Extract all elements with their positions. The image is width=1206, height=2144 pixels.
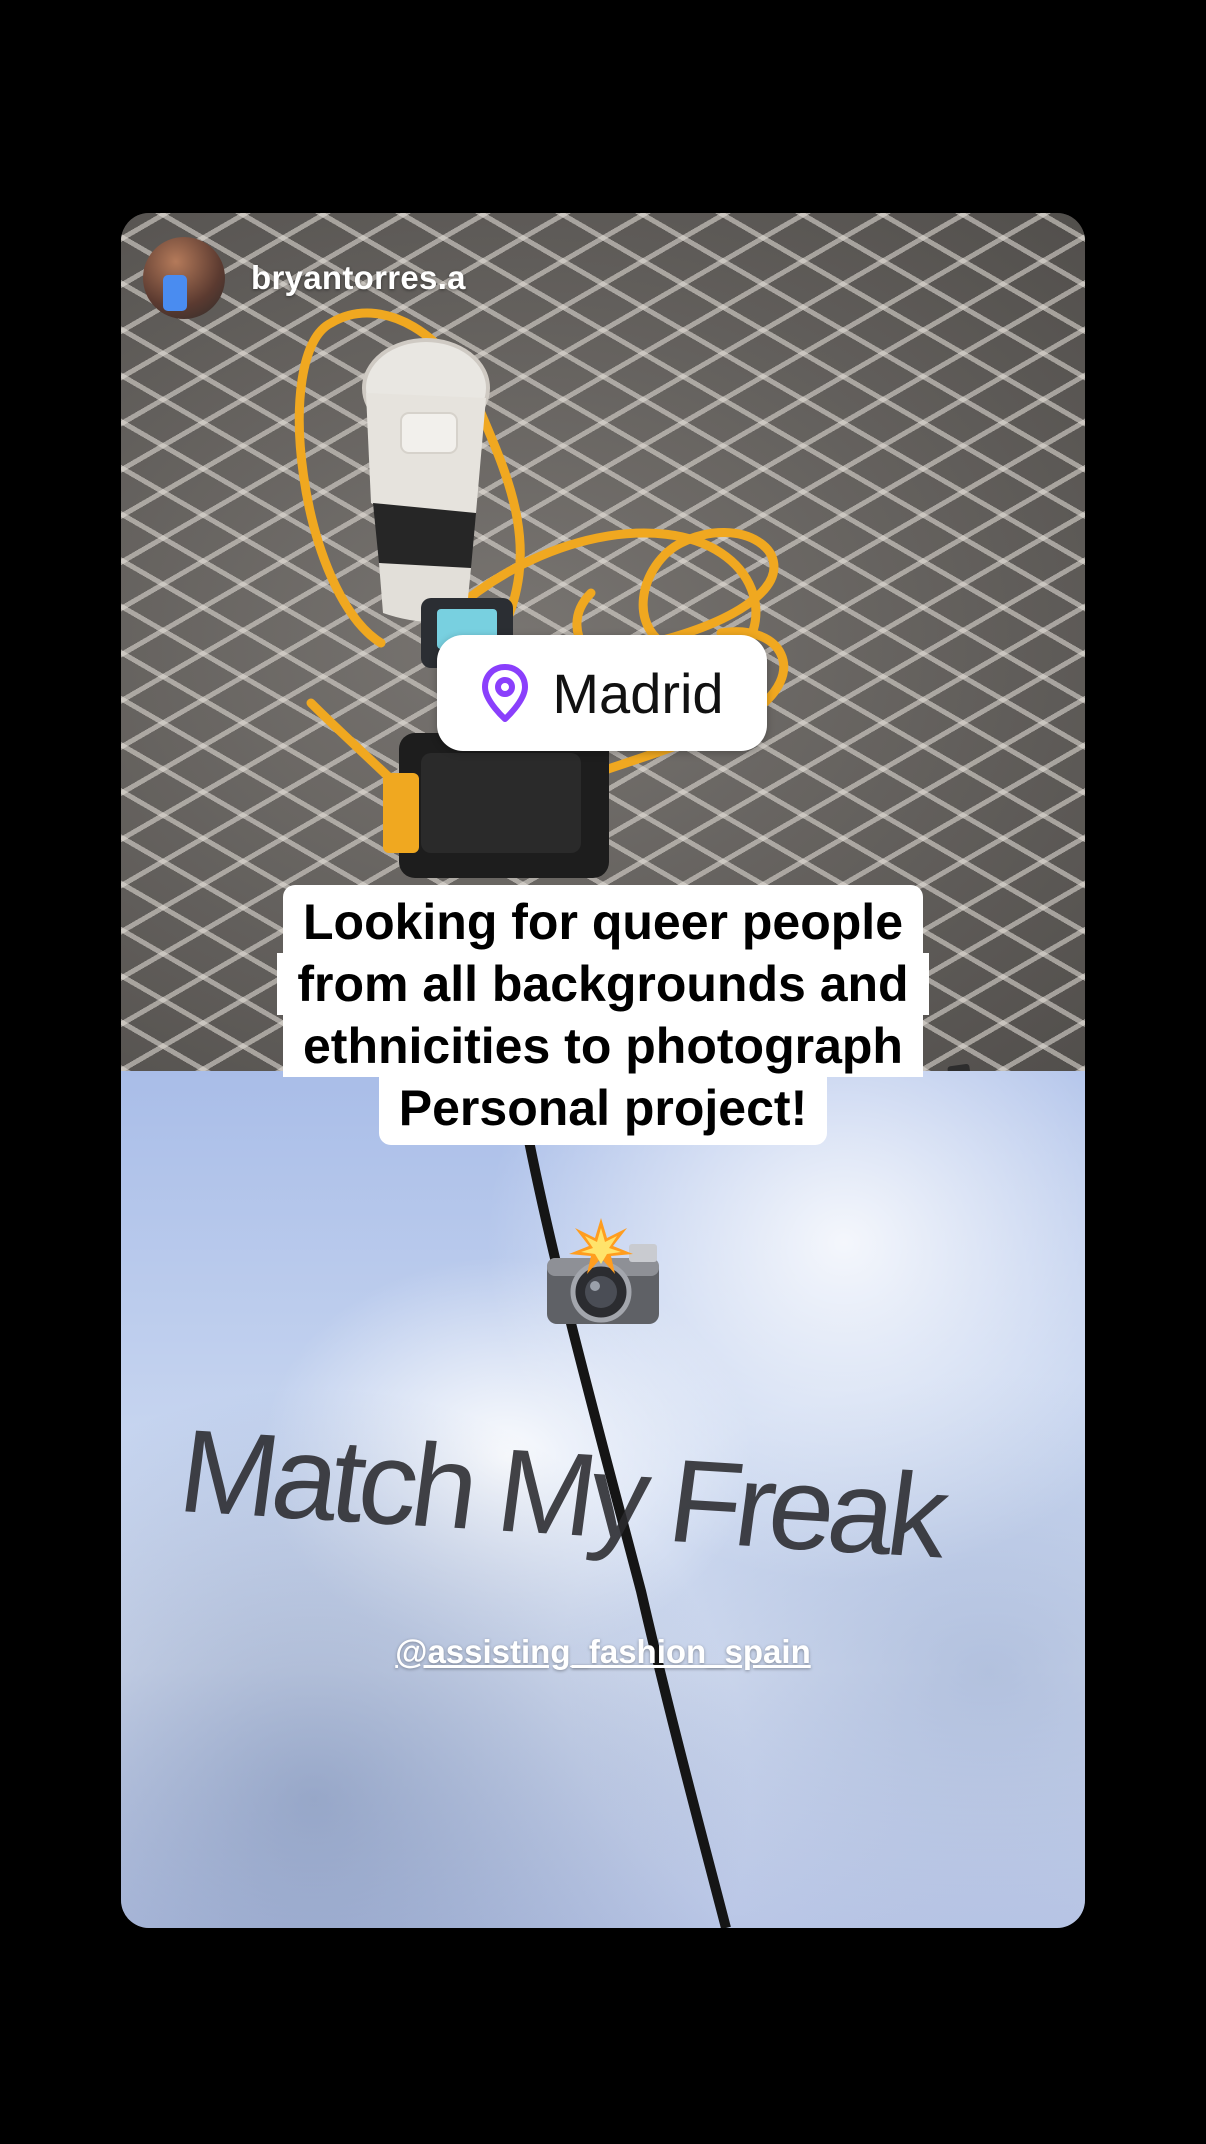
caption-line: Personal project!	[378, 1077, 828, 1145]
phone-icon	[163, 275, 187, 311]
story-card[interactable]: Match My Freak bryantorres.a Madrid Look…	[121, 213, 1085, 1928]
mention-link[interactable]: @assisting_fashion_spain	[121, 1633, 1085, 1671]
caption-line: Looking for queer people	[282, 885, 924, 953]
camera-with-flash-icon	[547, 1218, 659, 1324]
caption-line: ethnicities to photograph	[283, 1015, 923, 1077]
avatar[interactable]	[143, 237, 225, 319]
username-label[interactable]: bryantorres.a	[251, 259, 466, 297]
story-header: bryantorres.a	[143, 237, 466, 319]
caption-line: from all backgrounds and	[277, 953, 929, 1015]
location-label: Madrid	[552, 661, 724, 725]
location-sticker[interactable]: Madrid	[437, 635, 767, 751]
location-pin-icon	[482, 664, 529, 722]
story-viewer: Match My Freak bryantorres.a Madrid Look…	[0, 0, 1206, 2144]
story-caption: Looking for queer people from all backgr…	[121, 885, 1085, 1145]
